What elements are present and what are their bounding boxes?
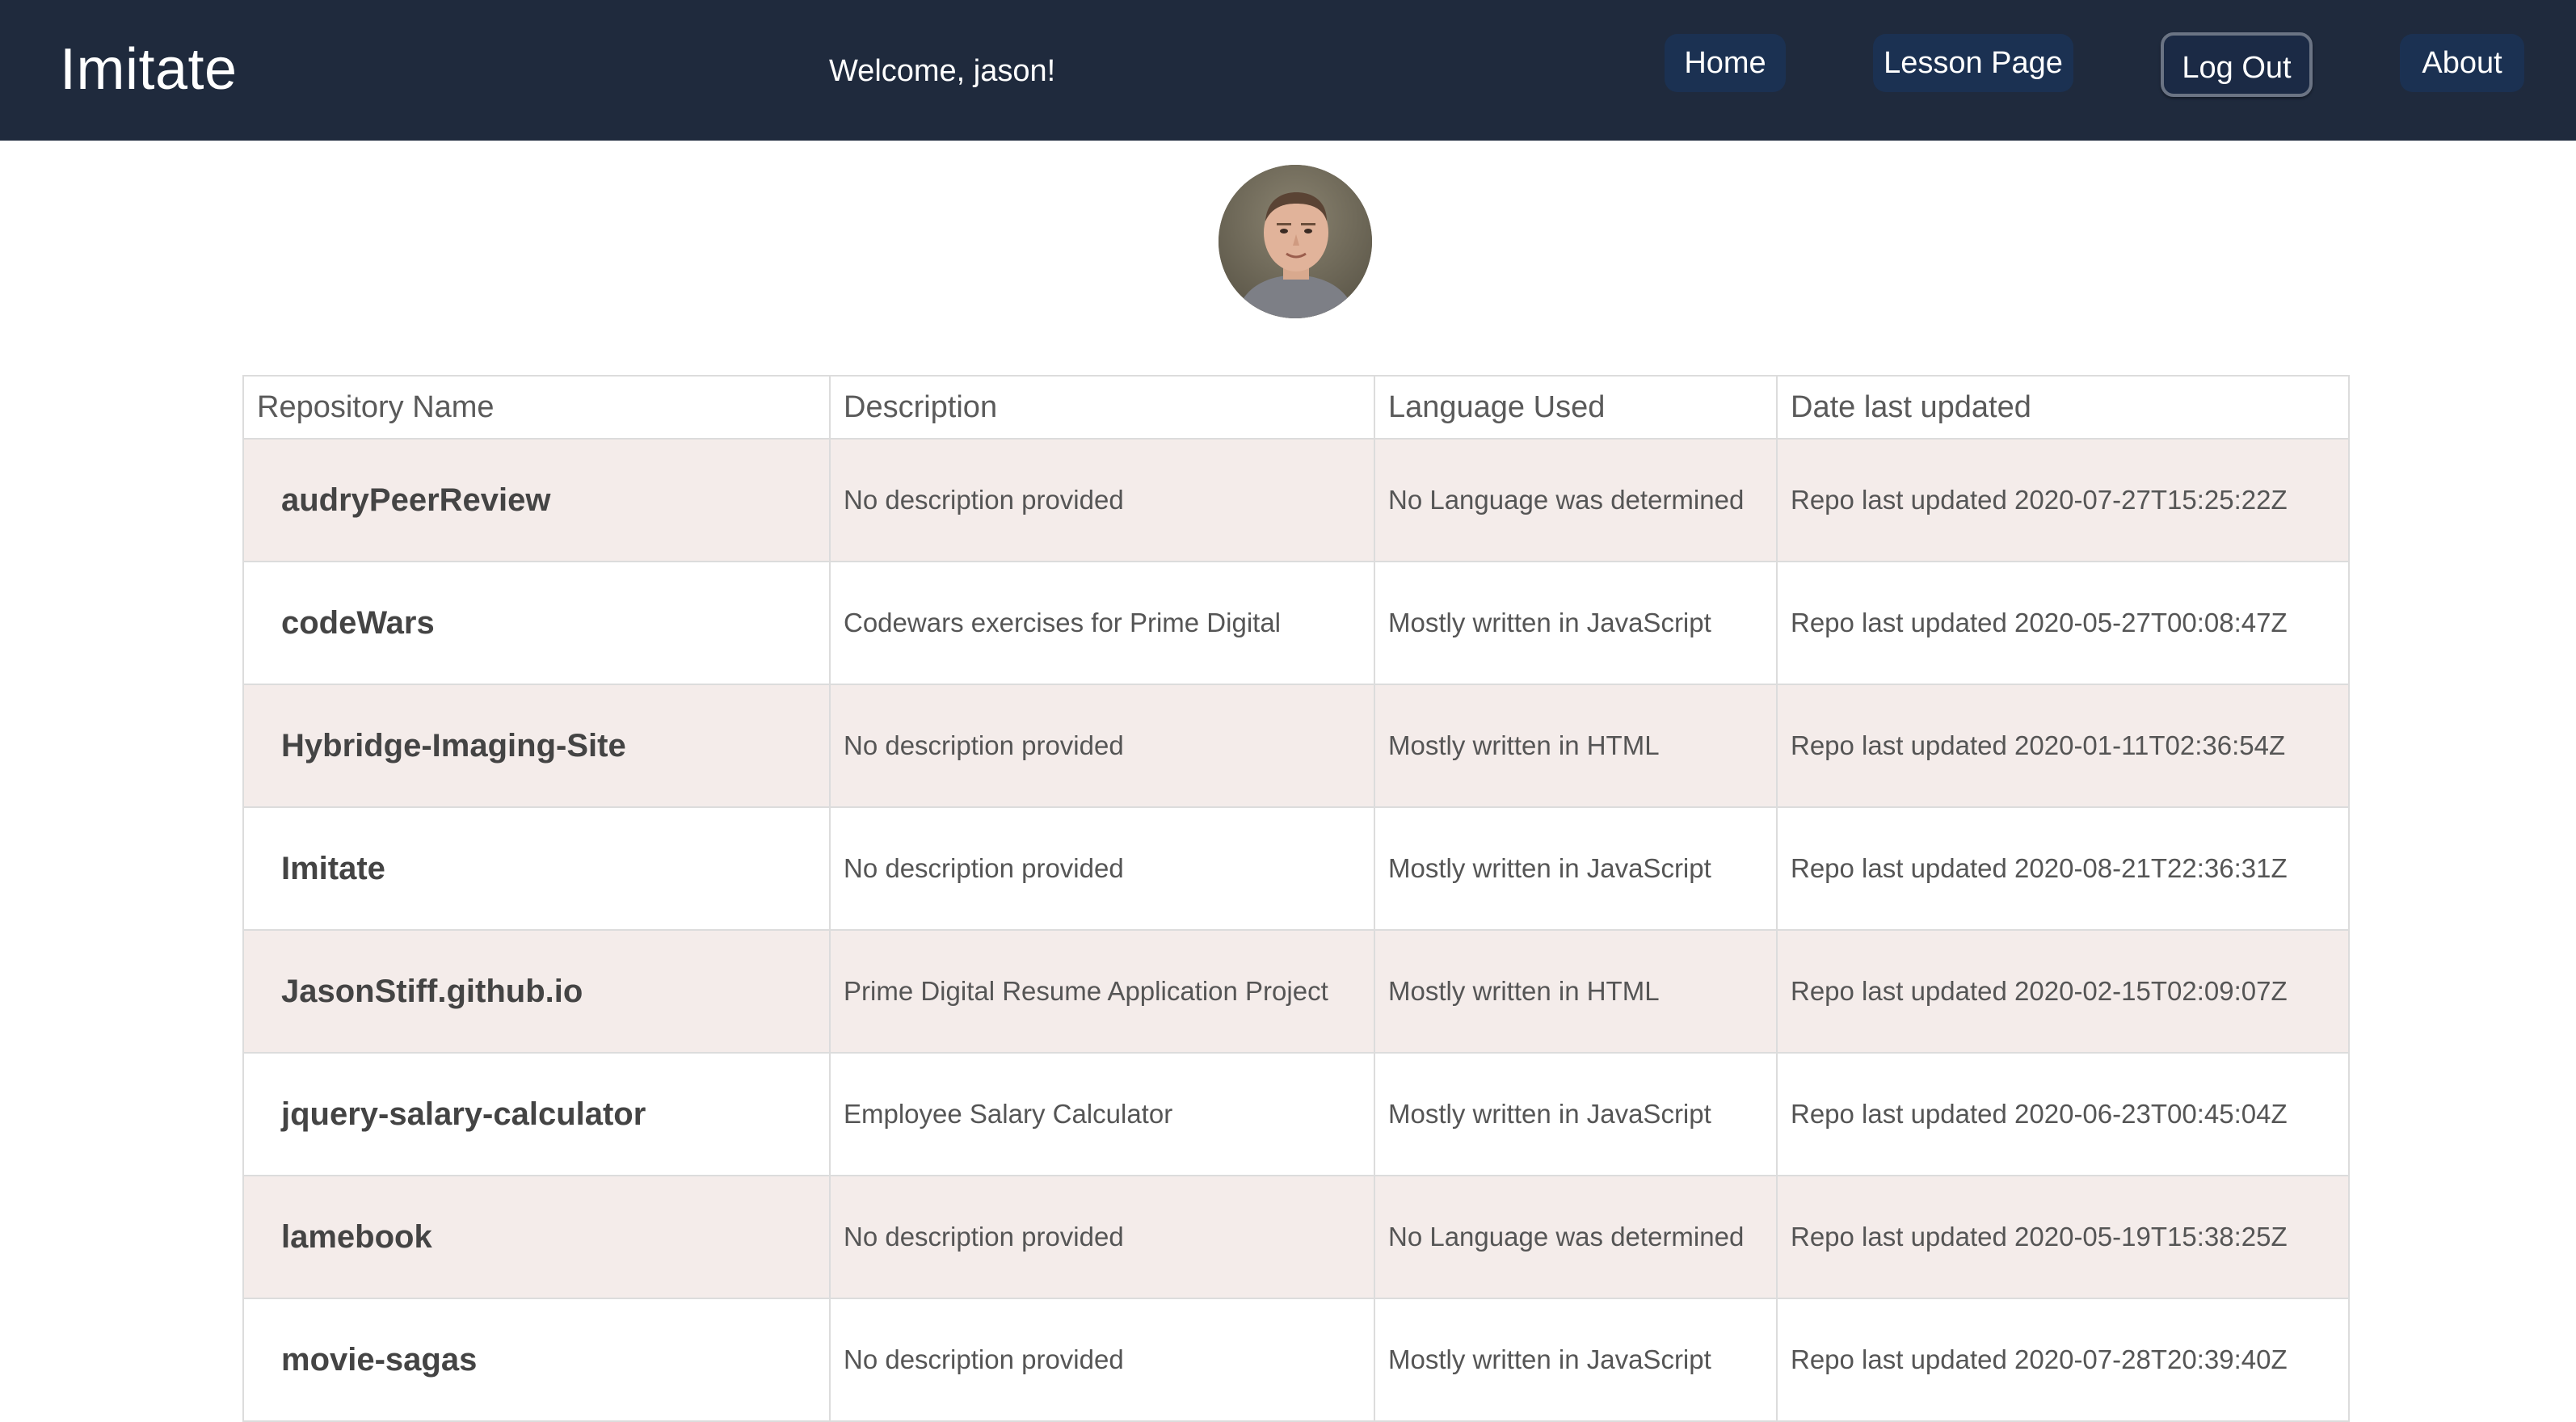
repo-description: Codewars exercises for Prime Digital: [829, 561, 1375, 685]
about-button[interactable]: About: [2400, 34, 2524, 92]
repo-language: Mostly written in HTML: [1374, 929, 1778, 1054]
table-row[interactable]: lamebook No description provided No Lang…: [242, 1175, 2350, 1299]
table-row[interactable]: JasonStiff.github.io Prime Digital Resum…: [242, 929, 2350, 1054]
table-row[interactable]: audryPeerReview No description provided …: [242, 438, 2350, 562]
repo-updated: Repo last updated 2020-08-21T22:36:31Z: [1776, 806, 2350, 931]
repo-name[interactable]: audryPeerReview: [242, 438, 831, 562]
header-description: Description: [829, 375, 1375, 440]
repo-name[interactable]: movie-sagas: [242, 1298, 831, 1422]
repo-language: Mostly written in JavaScript: [1374, 1298, 1778, 1422]
home-button[interactable]: Home: [1665, 34, 1786, 92]
top-navbar: Imitate Welcome, jason! Home Lesson Page…: [0, 0, 2576, 141]
repo-name[interactable]: Hybridge-Imaging-Site: [242, 684, 831, 808]
repo-language: Mostly written in JavaScript: [1374, 1052, 1778, 1176]
repo-updated: Repo last updated 2020-07-28T20:39:40Z: [1776, 1298, 2350, 1422]
repo-updated: Repo last updated 2020-05-19T15:38:25Z: [1776, 1175, 2350, 1299]
repo-language: No Language was determined: [1374, 1175, 1778, 1299]
repo-language: No Language was determined: [1374, 438, 1778, 562]
repo-name[interactable]: JasonStiff.github.io: [242, 929, 831, 1054]
header-language-used: Language Used: [1374, 375, 1778, 440]
log-out-button[interactable]: Log Out: [2161, 32, 2313, 97]
table-header-row: Repository Name Description Language Use…: [242, 375, 2350, 440]
repo-description: Prime Digital Resume Application Project: [829, 929, 1375, 1054]
repo-updated: Repo last updated 2020-07-27T15:25:22Z: [1776, 438, 2350, 562]
welcome-message: Welcome, jason!: [829, 54, 1056, 88]
profile-avatar: [1219, 165, 1372, 318]
repo-language: Mostly written in JavaScript: [1374, 806, 1778, 931]
app-brand[interactable]: Imitate: [60, 36, 238, 103]
repo-description: No description provided: [829, 438, 1375, 562]
repo-language: Mostly written in HTML: [1374, 684, 1778, 808]
header-date-last-updated: Date last updated: [1776, 375, 2350, 440]
repo-updated: Repo last updated 2020-02-15T02:09:07Z: [1776, 929, 2350, 1054]
table-row[interactable]: Imitate No description provided Mostly w…: [242, 806, 2350, 931]
user-photo-icon: [1219, 165, 1372, 318]
repo-updated: Repo last updated 2020-05-27T00:08:47Z: [1776, 561, 2350, 685]
repo-name[interactable]: Imitate: [242, 806, 831, 931]
repo-updated: Repo last updated 2020-06-23T00:45:04Z: [1776, 1052, 2350, 1176]
repository-table-body: audryPeerReview No description provided …: [242, 438, 2350, 1422]
repo-name[interactable]: codeWars: [242, 561, 831, 685]
repository-table: Repository Name Description Language Use…: [242, 375, 2350, 1422]
repo-updated: Repo last updated 2020-01-11T02:36:54Z: [1776, 684, 2350, 808]
table-row[interactable]: movie-sagas No description provided Most…: [242, 1298, 2350, 1422]
repo-description: No description provided: [829, 684, 1375, 808]
table-row[interactable]: Hybridge-Imaging-Site No description pro…: [242, 684, 2350, 808]
header-repository-name: Repository Name: [242, 375, 831, 440]
repo-name[interactable]: jquery-salary-calculator: [242, 1052, 831, 1176]
repo-description: No description provided: [829, 806, 1375, 931]
repo-description: Employee Salary Calculator: [829, 1052, 1375, 1176]
repo-description: No description provided: [829, 1175, 1375, 1299]
repo-language: Mostly written in JavaScript: [1374, 561, 1778, 685]
table-row[interactable]: jquery-salary-calculator Employee Salary…: [242, 1052, 2350, 1176]
repo-description: No description provided: [829, 1298, 1375, 1422]
table-row[interactable]: codeWars Codewars exercises for Prime Di…: [242, 561, 2350, 685]
lesson-page-button[interactable]: Lesson Page: [1873, 34, 2073, 92]
repo-name[interactable]: lamebook: [242, 1175, 831, 1299]
